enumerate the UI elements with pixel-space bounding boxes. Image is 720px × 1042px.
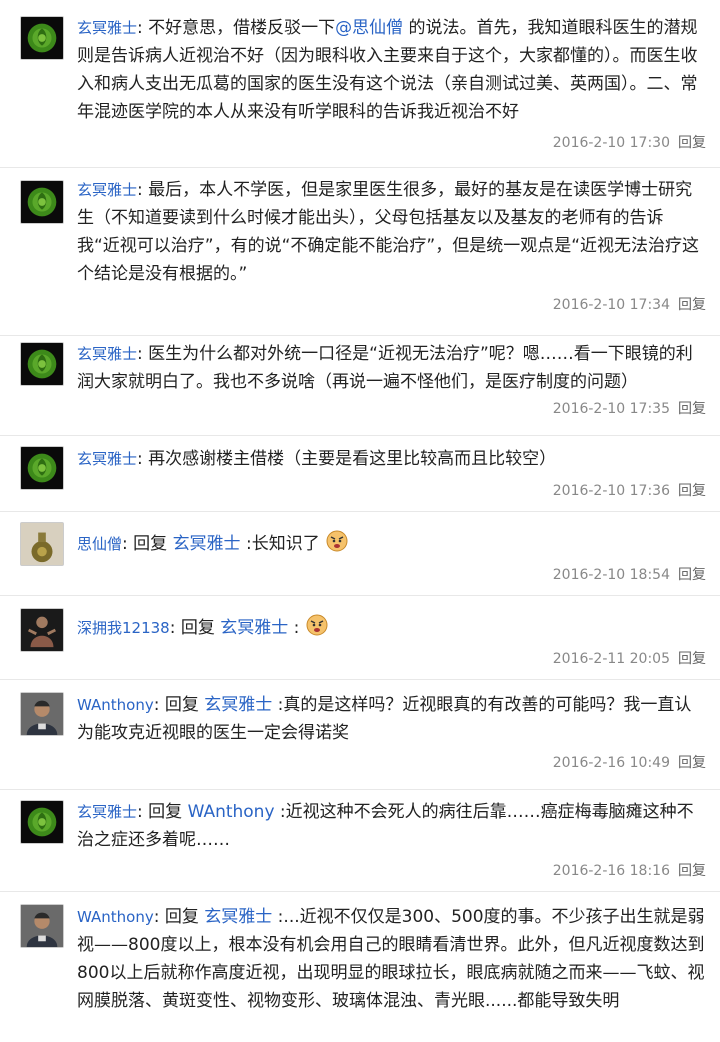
- comment-item: 思仙僧: 回复 玄冥雅士 :长知识了 2016-2-10 18:54 回复: [0, 512, 720, 596]
- person-photo-icon: [21, 905, 63, 947]
- username-link[interactable]: 玄冥雅士: [77, 181, 137, 199]
- emoji-face-icon: [326, 530, 348, 552]
- timestamp: 2016-2-10 17:34: [552, 297, 670, 313]
- comment-body: 玄冥雅士: 回复 WAnthony :近视这种不会死人的病往后靠……癌症梅毒脑瘫…: [77, 802, 694, 850]
- person-photo-icon: [21, 693, 63, 735]
- username-link[interactable]: 深拥我12138: [77, 619, 170, 637]
- green-rose-icon: [21, 17, 63, 59]
- username-link[interactable]: 玄冥雅士: [77, 345, 137, 363]
- comment-meta: 2016-2-10 17:36 回复: [553, 480, 706, 500]
- avatar-wanthony[interactable]: [20, 692, 64, 736]
- reply-button[interactable]: 回复: [678, 483, 706, 499]
- comment-item: 玄冥雅士: 不好意思，借楼反驳一下@思仙僧 的说法。首先，我知道眼科医生的潜规则…: [0, 0, 720, 168]
- comment-item: 玄冥雅士: 医生为什么都对外统一口径是“近视无法治疗”呢？嗯……看一下眼镜的利润…: [0, 336, 720, 436]
- avatar-rose[interactable]: [20, 800, 64, 844]
- reply-to-link[interactable]: 玄冥雅士: [204, 907, 272, 927]
- comment-item: 玄冥雅士: 最后，本人不学医，但是家里医生很多，最好的基友是在读医学博士研究生（…: [0, 168, 720, 336]
- green-rose-icon: [21, 181, 63, 223]
- comment-text: 医生为什么都对外统一口径是“近视无法治疗”呢？嗯……看一下眼镜的利润大家就明白了…: [77, 344, 693, 392]
- timestamp: 2016-2-10 17:35: [552, 401, 670, 417]
- reply-to-link[interactable]: 玄冥雅士: [220, 618, 288, 638]
- reply-button[interactable]: 回复: [678, 297, 706, 313]
- reply-button[interactable]: 回复: [678, 567, 706, 583]
- comment-body: WAnthony: 回复 玄冥雅士 :...近视不仅仅是300、500度的事。不…: [77, 907, 705, 1011]
- username-link[interactable]: WAnthony: [77, 696, 154, 714]
- comment-meta: 2016-2-16 10:49 回复: [553, 752, 706, 772]
- username-link[interactable]: 思仙僧: [77, 535, 122, 553]
- comment-meta: 2016-2-10 18:54 回复: [553, 564, 706, 584]
- comment-item: WAnthony: 回复 玄冥雅士 :真的是这样吗？近视眼真的有改善的可能吗？我…: [0, 680, 720, 790]
- green-rose-icon: [21, 447, 63, 489]
- avatar-rose[interactable]: [20, 180, 64, 224]
- comment-meta: 2016-2-11 20:05 回复: [553, 648, 706, 668]
- reply-to-link[interactable]: 玄冥雅士: [173, 534, 241, 554]
- green-rose-icon: [21, 343, 63, 385]
- avatar-wanthony[interactable]: [20, 904, 64, 948]
- reply-button[interactable]: 回复: [678, 863, 706, 879]
- reply-button[interactable]: 回复: [678, 651, 706, 667]
- timestamp: 2016-2-16 10:49: [552, 755, 670, 771]
- avatar-vase[interactable]: [20, 522, 64, 566]
- username-link[interactable]: 玄冥雅士: [77, 19, 137, 37]
- reply-button[interactable]: 回复: [678, 755, 706, 771]
- reply-button[interactable]: 回复: [678, 135, 706, 151]
- username-link[interactable]: 玄冥雅士: [77, 450, 137, 468]
- username-link[interactable]: 玄冥雅士: [77, 803, 137, 821]
- emoji-face-icon: [306, 614, 328, 636]
- reply-button[interactable]: 回复: [678, 401, 706, 417]
- avatar-figure[interactable]: [20, 608, 64, 652]
- avatar-rose[interactable]: [20, 342, 64, 386]
- avatar-rose[interactable]: [20, 446, 64, 490]
- reply-to-link[interactable]: WAnthony: [188, 802, 275, 822]
- comment-body: 玄冥雅士: 不好意思，借楼反驳一下@思仙僧 的说法。首先，我知道眼科医生的潜规则…: [77, 18, 698, 122]
- comment-meta: 2016-2-10 17:35 回复: [553, 398, 706, 418]
- timestamp: 2016-2-10 17:30: [552, 135, 670, 151]
- comment-meta: 2016-2-10 17:30 回复: [553, 132, 706, 152]
- comment-item: 深拥我12138: 回复 玄冥雅士 : 2016-2-11 20:05 回复: [0, 596, 720, 680]
- comment-text: :长知识了: [240, 534, 320, 554]
- comment-body: 深拥我12138: 回复 玄冥雅士 :: [77, 613, 706, 642]
- timestamp: 2016-2-10 17:36: [552, 483, 670, 499]
- comment-text: :: [288, 618, 300, 638]
- vase-icon: [21, 523, 63, 565]
- comment-list: 玄冥雅士: 不好意思，借楼反驳一下@思仙僧 的说法。首先，我知道眼科医生的潜规则…: [0, 0, 720, 1042]
- comment-body: 玄冥雅士: 医生为什么都对外统一口径是“近视无法治疗”呢？嗯……看一下眼镜的利润…: [77, 344, 693, 392]
- comment-text: 最后，本人不学医，但是家里医生很多，最好的基友是在读医学博士研究生（不知道要读到…: [77, 180, 700, 284]
- mention-link[interactable]: @思仙僧: [335, 18, 403, 38]
- comment-meta: 2016-2-16 18:16 回复: [553, 860, 706, 880]
- comment-text: 不好意思，借楼反驳一下: [148, 18, 336, 38]
- reply-to-link[interactable]: 玄冥雅士: [204, 695, 272, 715]
- comment-item: 玄冥雅士: 再次感谢楼主借楼（主要是看这里比较高而且比较空） 2016-2-10…: [0, 436, 720, 512]
- green-rose-icon: [21, 801, 63, 843]
- comment-body: 玄冥雅士: 最后，本人不学医，但是家里医生很多，最好的基友是在读医学博士研究生（…: [77, 180, 700, 284]
- timestamp: 2016-2-11 20:05: [552, 651, 670, 667]
- comment-text: 再次感谢楼主借楼（主要是看这里比较高而且比较空）: [148, 449, 557, 469]
- timestamp: 2016-2-16 18:16: [552, 863, 670, 879]
- comment-body: 思仙僧: 回复 玄冥雅士 :长知识了: [77, 529, 706, 558]
- comment-body: 玄冥雅士: 再次感谢楼主借楼（主要是看这里比较高而且比较空）: [77, 449, 557, 469]
- comment-body: WAnthony: 回复 玄冥雅士 :真的是这样吗？近视眼真的有改善的可能吗？我…: [77, 695, 692, 743]
- comment-meta: 2016-2-10 17:34 回复: [553, 294, 706, 314]
- person-photo-icon: [21, 609, 63, 651]
- comment-item: WAnthony: 回复 玄冥雅士 :...近视不仅仅是300、500度的事。不…: [0, 892, 720, 1042]
- username-link[interactable]: WAnthony: [77, 908, 154, 926]
- avatar-rose[interactable]: [20, 16, 64, 60]
- comment-item: 玄冥雅士: 回复 WAnthony :近视这种不会死人的病往后靠……癌症梅毒脑瘫…: [0, 790, 720, 892]
- timestamp: 2016-2-10 18:54: [552, 567, 670, 583]
